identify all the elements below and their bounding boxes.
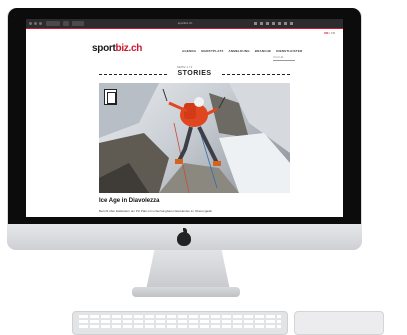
nav-item-marktplatz[interactable]: MARKTPLATZ	[201, 49, 223, 53]
site-logo[interactable]: sportbiz.ch	[92, 43, 142, 54]
monitor-stand-base	[132, 287, 240, 297]
extension-icon[interactable]	[278, 22, 281, 25]
article-hero-image[interactable]	[99, 83, 290, 193]
address-bar[interactable]: sportbiz.ch	[169, 21, 201, 26]
ice-climber-photo	[99, 83, 290, 193]
extension-icon[interactable]	[272, 22, 275, 25]
nav-item-branche[interactable]: BRANCHE	[255, 49, 271, 53]
browser-toolbar: sportbiz.ch	[26, 19, 343, 28]
extension-icon[interactable]	[290, 22, 293, 25]
nav-item-anmeldung[interactable]: ANMELDUNG	[228, 49, 249, 53]
article-subtitle: Bericht über Eisklettern am Piz Palü mit…	[99, 209, 213, 213]
tabs-icon[interactable]	[260, 22, 263, 25]
close-window-icon[interactable]	[29, 22, 32, 25]
article-title[interactable]: Ice Age in Diavolezza	[99, 198, 159, 204]
brand-top-line	[26, 28, 343, 29]
language-switcher[interactable]: DE | FR	[324, 31, 335, 35]
logo-part-sport: sport	[92, 43, 116, 54]
apple-logo-icon	[177, 228, 191, 246]
nav-item-agenda[interactable]: AGENDA	[182, 49, 196, 53]
key-row	[79, 325, 281, 328]
back-forward-button[interactable]	[46, 21, 60, 26]
zoom-window-icon[interactable]	[39, 22, 42, 25]
share-icon[interactable]	[254, 22, 257, 25]
section-header: STORIES	[99, 70, 290, 80]
screen-bezel: sportbiz.ch DE | FR sportbiz.ch AGENDA M…	[8, 8, 361, 224]
imac-monitor: sportbiz.ch DE | FR sportbiz.ch AGENDA M…	[7, 8, 362, 250]
extension-icon[interactable]	[284, 22, 287, 25]
key-row	[79, 315, 281, 318]
language-de[interactable]: DE	[324, 31, 328, 35]
browser-screen: sportbiz.ch DE | FR sportbiz.ch AGENDA M…	[26, 19, 343, 217]
key-row	[79, 320, 281, 323]
logo-part-biz: biz.ch	[115, 43, 143, 54]
monitor-stand	[146, 250, 230, 290]
main-navigation: AGENDA MARKTPLATZ ANMELDUNG BRANCHE DIEN…	[182, 49, 302, 53]
monitor-chin	[7, 224, 362, 250]
sidebar-button[interactable]	[63, 21, 69, 26]
climber-badge-icon	[104, 89, 117, 105]
language-fr[interactable]: FR	[331, 31, 335, 35]
nav-item-dienstleister[interactable]: DIENSTLEISTER	[276, 49, 302, 53]
section-title: STORIES	[177, 70, 212, 77]
search-input[interactable]: SUCHE	[273, 55, 295, 61]
download-icon[interactable]	[266, 22, 269, 25]
minimize-window-icon[interactable]	[34, 22, 37, 25]
keyboard	[72, 311, 288, 335]
badge-frame	[107, 92, 116, 104]
bookmark-button[interactable]	[72, 21, 84, 26]
trackpad	[294, 311, 384, 335]
page-indicator: SEITE 1 / 3	[176, 65, 193, 69]
